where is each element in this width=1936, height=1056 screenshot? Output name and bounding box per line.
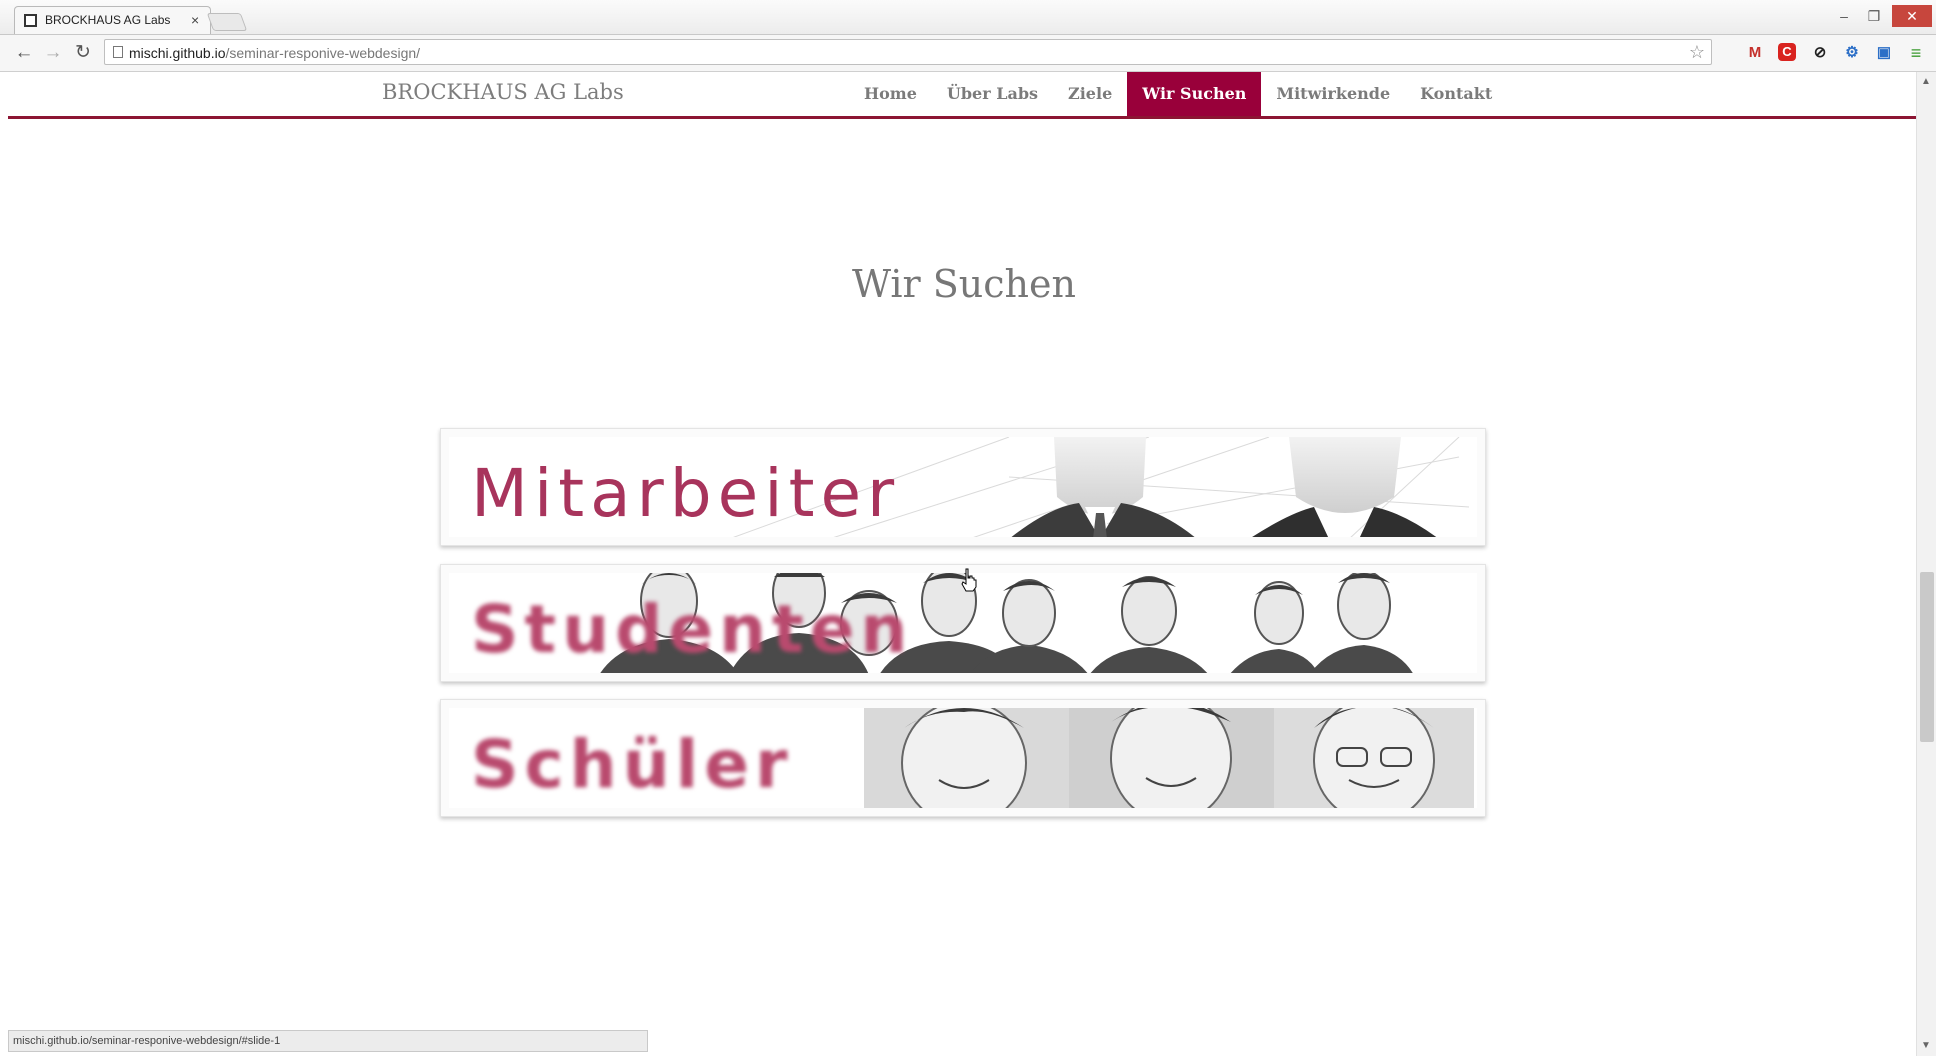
nav-item-home[interactable]: Home	[849, 72, 932, 116]
back-arrow-icon[interactable]: ←	[12, 41, 36, 65]
status-bar: mischi.github.io/seminar-responive-webde…	[8, 1030, 648, 1052]
address-bar[interactable]: mischi.github.io/seminar-responive-webde…	[104, 39, 1712, 65]
banner-label-mitarbeiter: Mitarbeiter	[471, 455, 901, 532]
banner-schueler[interactable]: Schüler	[440, 699, 1486, 817]
url-path: /seminar-responive-webdesign/	[225, 45, 421, 61]
gmail-extension-icon[interactable]: M	[1745, 43, 1765, 63]
tab-close-icon[interactable]: ×	[191, 12, 199, 28]
site-nav-menu: Home Über Labs Ziele Wir Suchen Mitwirke…	[849, 72, 1507, 116]
nav-item-ziele[interactable]: Ziele	[1053, 72, 1127, 116]
browser-tab[interactable]: BROCKHAUS AG Labs ×	[14, 6, 211, 34]
scrollbar-thumb[interactable]	[1920, 572, 1934, 742]
banner-mitarbeiter[interactable]: Mitarbeiter	[440, 428, 1486, 546]
page-icon	[113, 46, 123, 58]
banner-inner: Mitarbeiter	[449, 437, 1477, 537]
site-navbar: BROCKHAUS AG Labs Home Über Labs Ziele W…	[8, 72, 1920, 119]
url-host: mischi.github.io	[129, 45, 226, 61]
nav-item-mitwirkende[interactable]: Mitwirkende	[1261, 72, 1405, 116]
new-tab-button[interactable]	[206, 13, 248, 31]
address-url[interactable]: mischi.github.io/seminar-responive-webde…	[129, 45, 420, 61]
hand-cursor-icon	[961, 568, 977, 592]
scroll-up-arrow-icon[interactable]: ▲	[1921, 76, 1931, 87]
chrome-menu-icon[interactable]: ≡	[1906, 43, 1926, 63]
window-close-button[interactable]: ✕	[1892, 5, 1932, 27]
reload-icon[interactable]: ↻	[71, 41, 95, 65]
banner-label-studenten: Studenten	[471, 591, 914, 668]
nav-item-wir-suchen[interactable]: Wir Suchen	[1127, 72, 1262, 116]
nav-item-ueber-labs[interactable]: Über Labs	[932, 72, 1053, 116]
forward-arrow-icon[interactable]: →	[41, 41, 65, 65]
page-favicon-icon	[24, 14, 37, 27]
browser-titlebar: BROCKHAUS AG Labs × – ❐ ✕	[0, 0, 1936, 35]
screen-capture-extension-icon[interactable]: ▣	[1874, 43, 1894, 63]
settings-extension-icon[interactable]: ⚙	[1842, 43, 1862, 63]
section-title: Wir Suchen	[851, 262, 1076, 306]
browser-toolbar: ← → ↻ mischi.github.io/seminar-responive…	[0, 35, 1936, 72]
banner-inner: Schüler	[449, 708, 1477, 808]
window-maximize-button[interactable]: ❐	[1860, 5, 1888, 27]
window-minimize-button[interactable]: –	[1830, 5, 1858, 27]
bookmark-star-icon[interactable]: ☆	[1689, 42, 1705, 63]
nav-item-kontakt[interactable]: Kontakt	[1405, 72, 1507, 116]
tab-title: BROCKHAUS AG Labs	[45, 13, 171, 27]
site-brand[interactable]: BROCKHAUS AG Labs	[382, 80, 624, 104]
page-scrollbar[interactable]: ▲ ▼	[1916, 72, 1936, 1056]
scroll-down-arrow-icon[interactable]: ▼	[1921, 1040, 1931, 1051]
blocker-extension-icon[interactable]: ⊘	[1810, 43, 1830, 63]
banner-label-schueler: Schüler	[471, 726, 794, 803]
c-extension-icon[interactable]: C	[1778, 43, 1796, 61]
page-viewport: BROCKHAUS AG Labs Home Über Labs Ziele W…	[8, 72, 1920, 1056]
